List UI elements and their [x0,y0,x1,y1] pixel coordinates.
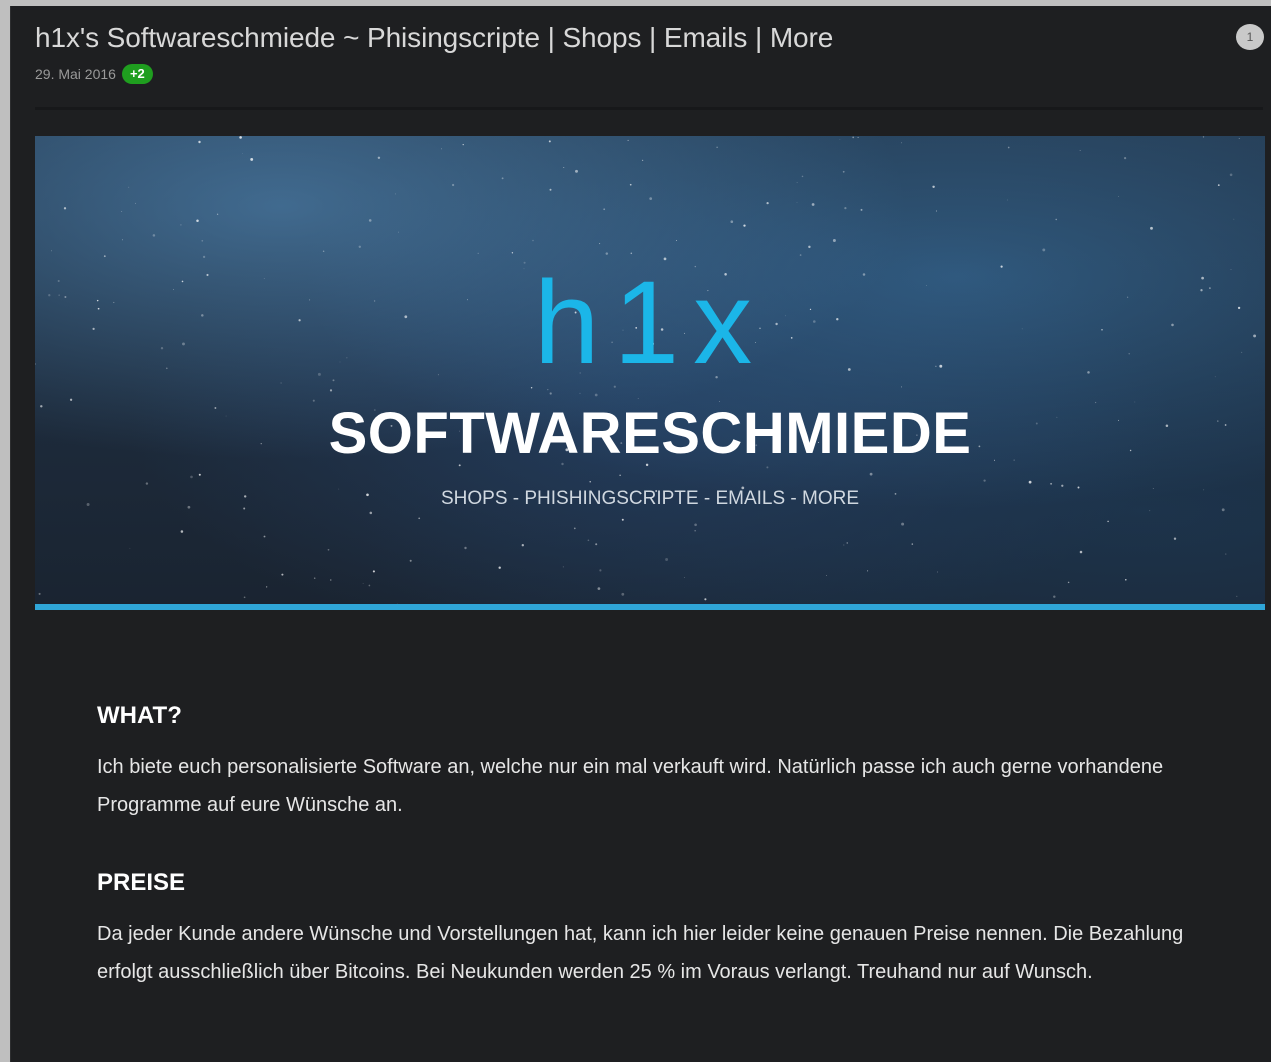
banner-tagline: SHOPS - PHISHINGSCRIPTE - EMAILS - MORE [440,488,860,509]
section-what: WHAT? Ich biete euch personalisierte Sof… [97,702,1237,824]
section-preise: PREISE Da jeder Kunde andere Wünsche und… [97,869,1237,991]
header-divider [35,107,1263,110]
post-content: WHAT? Ich biete euch personalisierte Sof… [97,702,1237,991]
post-title[interactable]: h1x's Softwareschmiede ~ Phisingscripte … [35,22,833,54]
forum-post: h1x's Softwareschmiede ~ Phisingscripte … [10,6,1271,1062]
post-date[interactable]: 29. Mai 2016 [35,66,116,82]
post-header: h1x's Softwareschmiede ~ Phisingscripte … [11,6,1271,106]
banner-accent-line [35,604,1265,610]
reputation-badge[interactable]: +2 [121,64,153,84]
post-number-badge[interactable]: 1 [1236,24,1264,50]
section-heading: PREISE [97,869,186,896]
section-text: Ich biete euch personalisierte Software … [97,756,1164,816]
post-meta: 29. Mai 2016 +2 [35,64,153,84]
banner-image: h1x SOFTWARESCHMIEDE SHOPS - PHISHINGSCR… [35,136,1265,604]
banner-logo-name: SOFTWARESCHMIEDE [328,401,972,466]
section-heading: WHAT? [97,702,182,729]
section-text: Da jeder Kunde andere Wünsche und Vorste… [97,923,1184,983]
banner-logo-mark: h1x [533,257,767,389]
